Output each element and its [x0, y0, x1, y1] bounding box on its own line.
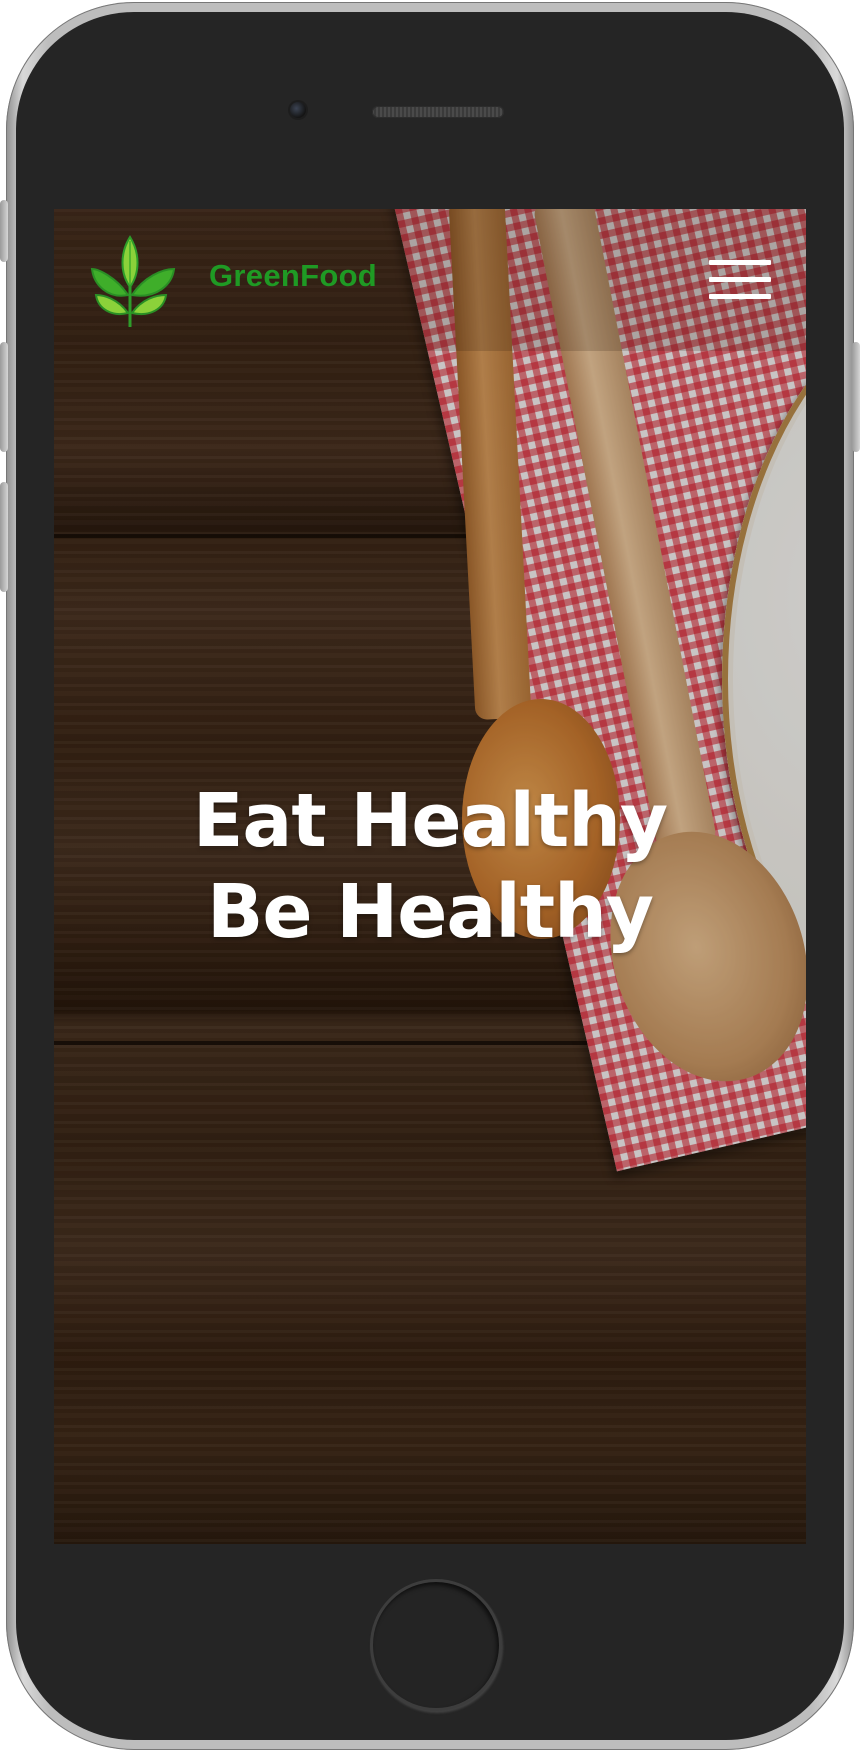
hamburger-menu-icon[interactable]: [709, 260, 773, 300]
brand-link[interactable]: GreenFood: [54, 209, 414, 351]
hero-heading-line-1: Eat Healthy: [192, 778, 668, 864]
volume-down-button: [0, 482, 8, 592]
front-camera: [290, 102, 306, 118]
hero-heading: Eat Healthy Be Healthy: [54, 776, 806, 958]
hero-heading-line-2: Be Healthy: [206, 869, 654, 955]
menu-bar: [709, 260, 771, 265]
top-navbar: GreenFood: [54, 209, 806, 351]
earpiece-speaker: [372, 106, 504, 118]
phone-screen: GreenFood Eat Healthy Be Healthy: [54, 209, 806, 1544]
menu-bar: [709, 294, 771, 299]
menu-bar: [709, 277, 771, 282]
home-button[interactable]: [370, 1579, 502, 1711]
power-button: [852, 342, 860, 452]
mute-switch: [0, 200, 8, 262]
brand-name: GreenFood: [209, 258, 378, 293]
volume-up-button: [0, 342, 8, 452]
leaf-sprout-icon: [90, 235, 176, 327]
